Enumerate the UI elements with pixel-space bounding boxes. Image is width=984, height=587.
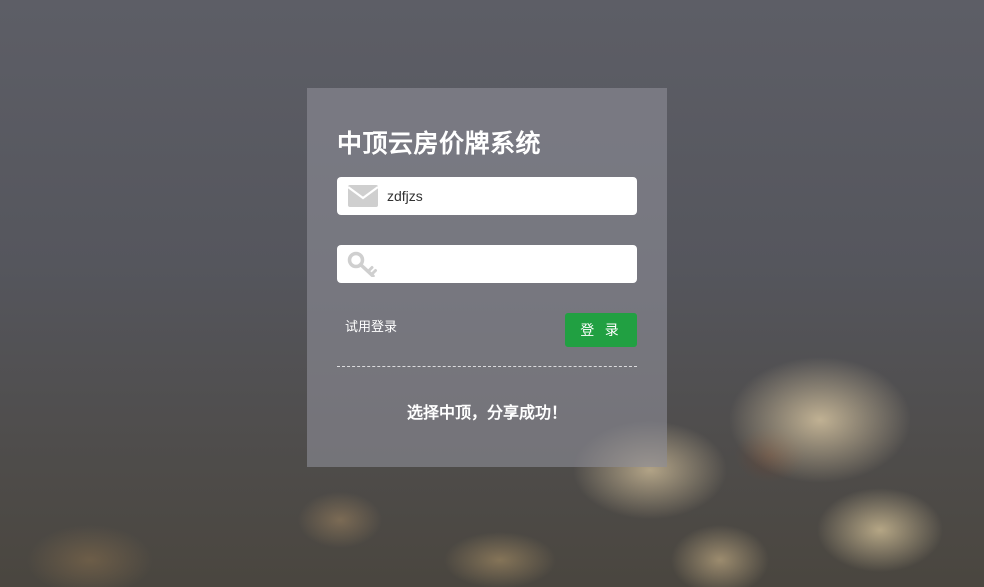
system-title: 中顶云房价牌系统 xyxy=(337,129,542,158)
key-icon xyxy=(347,251,379,278)
username-field[interactable] xyxy=(337,177,637,215)
trial-login-link[interactable]: 试用登录 xyxy=(345,316,397,335)
username-input[interactable] xyxy=(387,177,627,215)
slogan-text: 选择中顶，分享成功！ xyxy=(406,403,567,422)
login-panel: 中顶云房价牌系统 试用登录 登 录 选择中顶，分享成功！ xyxy=(307,88,667,467)
login-button[interactable]: 登 录 xyxy=(565,313,637,347)
password-input[interactable] xyxy=(387,245,627,283)
password-field[interactable] xyxy=(337,245,637,283)
envelope-icon xyxy=(347,183,379,209)
divider xyxy=(337,366,637,367)
